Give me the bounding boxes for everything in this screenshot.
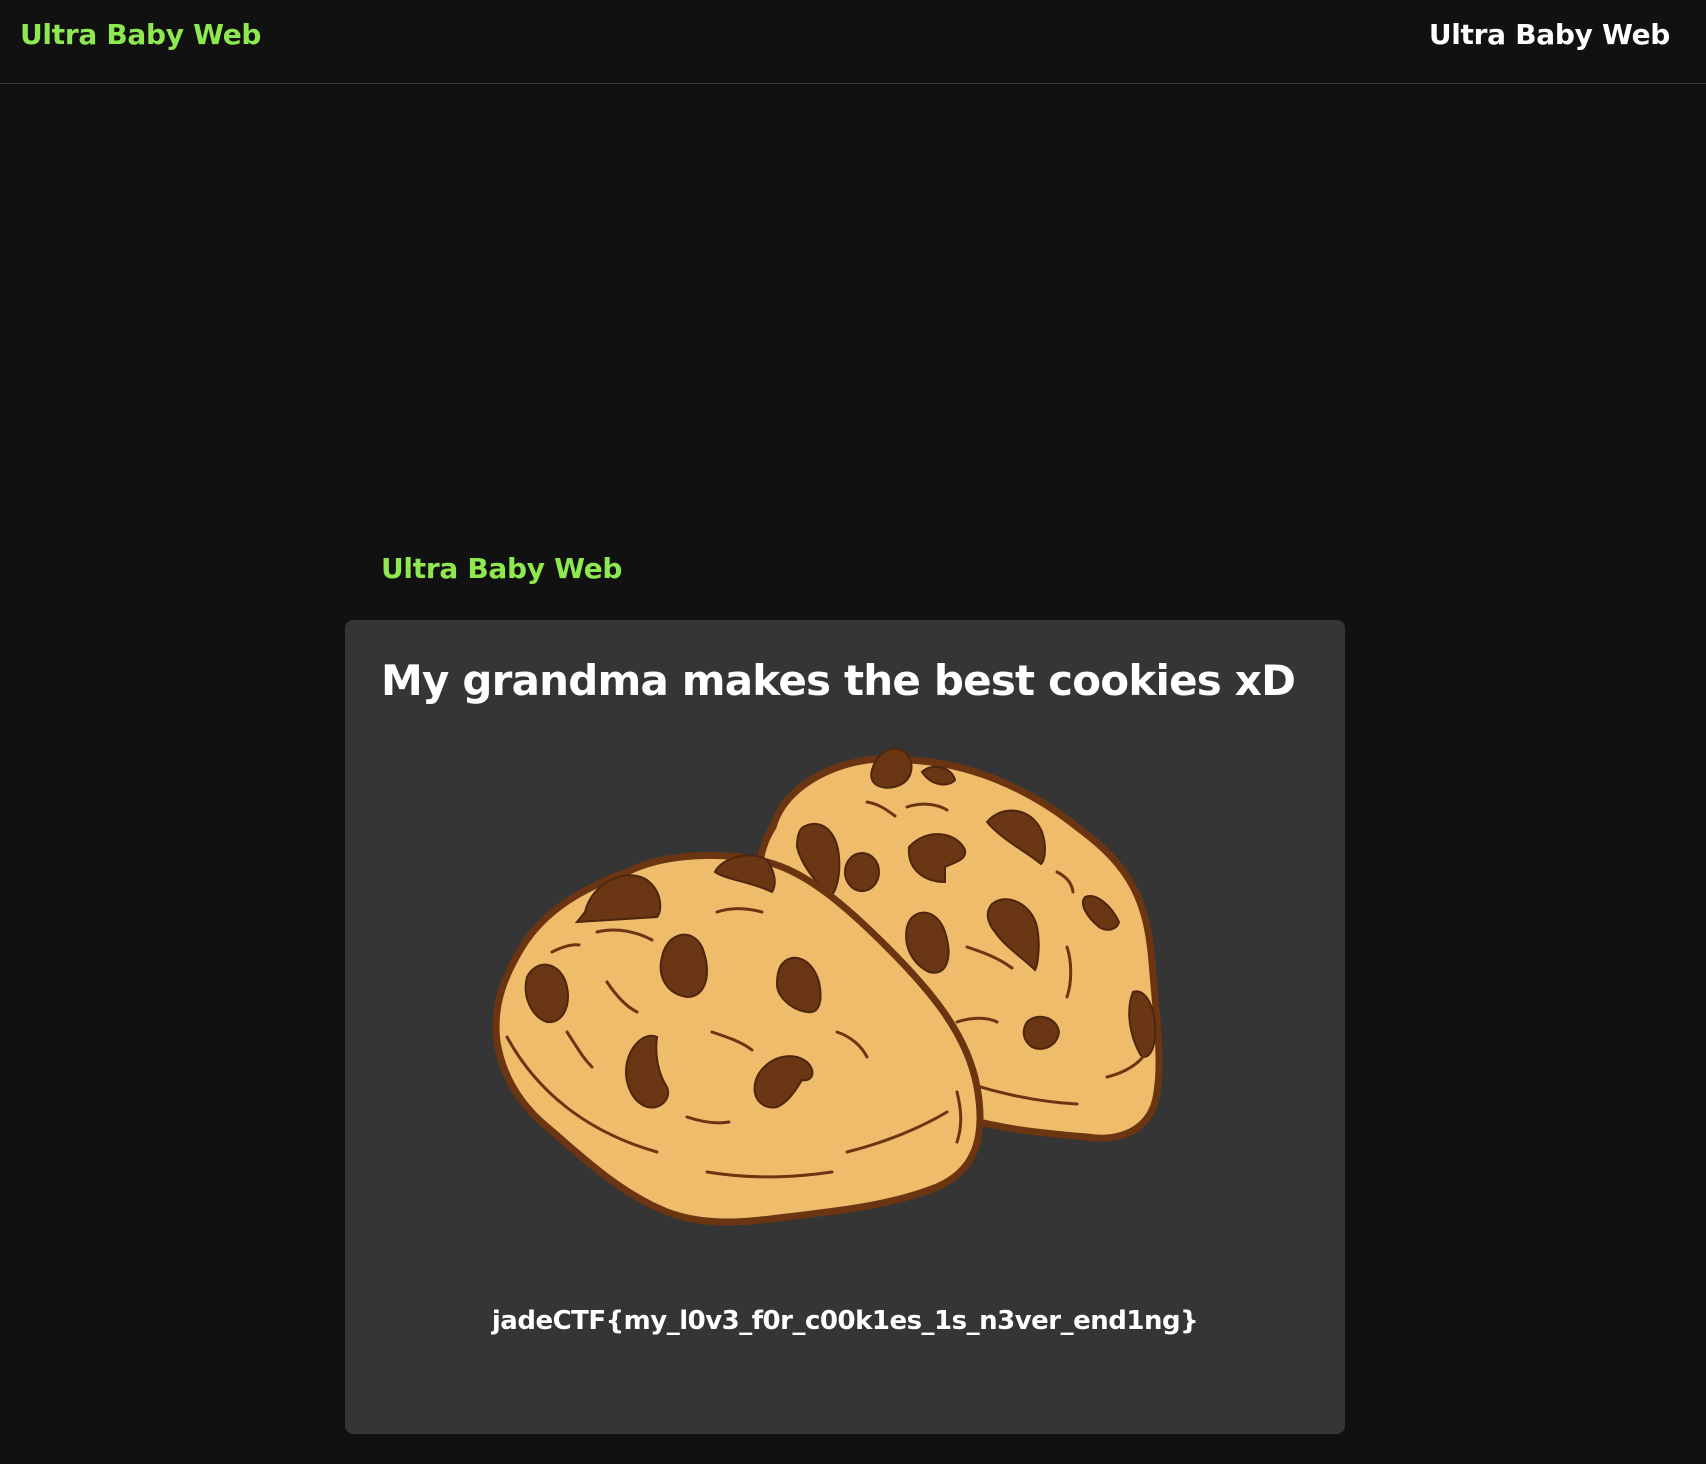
- nav-home-link[interactable]: Ultra Baby Web: [1429, 18, 1670, 51]
- cookie-card: My grandma makes the best cookies xD jad…: [345, 620, 1345, 1434]
- section-heading: Ultra Baby Web: [381, 552, 623, 585]
- card-title: My grandma makes the best cookies xD: [381, 656, 1296, 705]
- top-navbar: Ultra Baby Web Ultra Baby Web: [0, 0, 1706, 84]
- cookies-illustration-icon: [492, 747, 1163, 1226]
- nav-brand-link[interactable]: Ultra Baby Web: [20, 18, 261, 51]
- cookies-image: [467, 732, 1227, 1292]
- flag-text: jadeCTF{my_l0v3_f0r_c00k1es_1s_n3ver_end…: [491, 1306, 1199, 1336]
